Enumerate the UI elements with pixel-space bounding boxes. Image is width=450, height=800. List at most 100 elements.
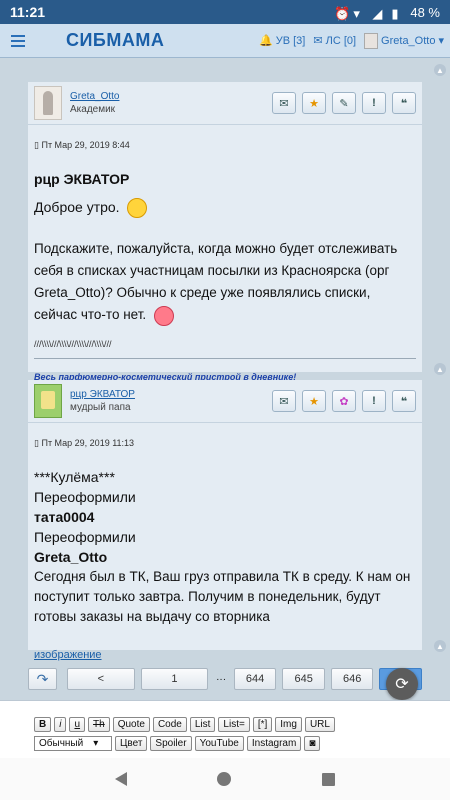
avatar[interactable]: [34, 384, 62, 418]
image-link[interactable]: изображение: [34, 645, 416, 665]
avatar: [364, 32, 379, 49]
post-date: ▯ Пт Мар 29, 2019 11:13: [34, 433, 416, 453]
underline-button[interactable]: u: [69, 717, 86, 732]
system-nav-bar: [0, 758, 450, 800]
back-to-top-icon[interactable]: ▲: [434, 640, 446, 652]
bold-button[interactable]: B: [34, 717, 52, 732]
notifications-label: УВ [3]: [275, 34, 306, 47]
signal-icon: ◢: [372, 6, 383, 21]
post: рцр ЭКВАТОР мудрый папа ✉ ★ ✿ ! ❝ ▯ Пт М…: [28, 380, 422, 661]
camera-icon: ◙: [309, 738, 316, 749]
pencil-icon: ✎: [339, 97, 349, 110]
reply-button[interactable]: ↷: [28, 668, 58, 690]
back-icon[interactable]: [115, 772, 128, 786]
battery-icon: ▮: [391, 6, 399, 21]
page-644[interactable]: 644: [233, 668, 277, 690]
thank-button[interactable]: ★: [302, 390, 326, 412]
pm-label: ЛС [0]: [325, 34, 357, 47]
topic-content[interactable]: ▲ Greta_Otto Академик ✉ ★ ✎ ! ❝ ▯ Пт Мар…: [0, 58, 450, 758]
site-header: СИБМАМА 🔔 УВ [3] ✉ ЛС [0] Greta_Otto ▾: [0, 24, 450, 58]
menu-icon[interactable]: [0, 24, 36, 58]
quote-button[interactable]: ❝: [392, 390, 416, 412]
exclamation-icon: !: [372, 395, 376, 407]
post-line-4: Greta_Otto: [34, 549, 108, 565]
site-logo[interactable]: СИБМАМА: [66, 30, 164, 51]
font-style-select[interactable]: Обычный ▾: [34, 736, 112, 751]
battery-level: 48 %: [410, 4, 440, 20]
font-style-value: Обычный: [39, 738, 84, 749]
wifi-icon: ▾: [353, 6, 360, 21]
instagram-button[interactable]: Instagram: [246, 736, 302, 751]
post-header: Greta_Otto Академик ✉ ★ ✎ ! ❝: [28, 82, 422, 125]
camera-button[interactable]: ◙: [304, 736, 321, 751]
list-button[interactable]: List: [189, 717, 216, 732]
reply-editor-toolbar: B i u Th Quote Code List List= [*] Img U…: [0, 700, 450, 758]
smiley-icon: [153, 305, 174, 326]
bell-icon: 🔔: [259, 35, 273, 47]
report-button[interactable]: !: [362, 92, 386, 114]
clock: 11:21: [10, 4, 46, 20]
post-line-1: Переоформили: [34, 489, 136, 505]
post-line-3: Переоформили: [34, 529, 136, 545]
post-question: Подскажите, пожалуйста, когда можно буде…: [34, 241, 398, 301]
edit-button[interactable]: ✎: [332, 92, 356, 114]
recent-apps-icon[interactable]: [321, 772, 335, 786]
post-date-text: Пт Мар 29, 2019 8:44: [41, 140, 130, 150]
envelope-icon: ✉: [279, 395, 289, 408]
spoiler-button[interactable]: Spoiler: [150, 736, 192, 751]
pm-button[interactable]: ✉: [272, 390, 296, 412]
flower-button[interactable]: ✿: [332, 390, 356, 412]
back-to-top-icon[interactable]: ▲: [434, 363, 446, 375]
italic-button[interactable]: i: [54, 717, 67, 732]
page-first[interactable]: 1: [140, 668, 209, 690]
status-bar: 11:21 ⏰ ▾ ◢ ▮ 48 %: [0, 0, 450, 24]
post-addressee: рцр ЭКВАТОР: [34, 171, 130, 187]
format-row: B i u Th Quote Code List List= [*] Img U…: [34, 717, 420, 732]
page-646[interactable]: 646: [330, 668, 374, 690]
user-menu[interactable]: Greta_Otto ▾: [364, 32, 444, 49]
youtube-button[interactable]: YouTube: [194, 736, 244, 751]
post-icon: ▯: [34, 438, 39, 448]
post-text: Подскажите, пожалуйста, когда можно буде…: [34, 238, 416, 326]
list-item-button[interactable]: [*]: [252, 717, 273, 732]
alarm-icon: ⏰: [334, 6, 351, 21]
code-button[interactable]: Code: [152, 717, 187, 732]
author-rank: Академик: [70, 104, 116, 115]
refresh-fab[interactable]: ⟳: [386, 668, 418, 700]
quote-tag-button[interactable]: Quote: [112, 717, 150, 732]
post-greeting: Доброе утро.: [34, 199, 120, 215]
author-name[interactable]: рцр ЭКВАТОР: [70, 389, 135, 400]
avatar[interactable]: [34, 86, 62, 120]
post-date: ▯ Пт Мар 29, 2019 8:44: [34, 135, 416, 155]
post-line-2: тата0004: [34, 509, 95, 525]
back-to-top-icon[interactable]: ▲: [434, 64, 446, 76]
user-name: Greta_Otto: [381, 34, 436, 47]
post-date-text: Пт Мар 29, 2019 11:13: [41, 438, 135, 448]
post-header: рцр ЭКВАТОР мудрый папа ✉ ★ ✿ ! ❝: [28, 380, 422, 423]
home-icon[interactable]: [217, 772, 232, 786]
post-message: Сегодня был в ТК, Ваш груз отправила ТК …: [34, 569, 411, 624]
format-row-2: Обычный ▾ Цвет Spoiler YouTube Instagram…: [34, 736, 420, 751]
strike-button[interactable]: Th: [88, 717, 110, 732]
ordered-list-button[interactable]: List=: [218, 717, 250, 732]
author-name[interactable]: Greta_Otto: [70, 91, 119, 102]
report-button[interactable]: !: [362, 390, 386, 412]
color-button[interactable]: Цвет: [115, 736, 148, 751]
notifications-link[interactable]: 🔔 УВ [3]: [259, 34, 306, 48]
private-messages-link[interactable]: ✉ ЛС [0]: [313, 34, 357, 48]
exclamation-icon: !: [372, 97, 376, 109]
url-button[interactable]: URL: [304, 717, 335, 732]
pager-ellipsis: ···: [216, 673, 227, 685]
author-rank: мудрый папа: [70, 402, 131, 413]
pm-button[interactable]: ✉: [272, 92, 296, 114]
chevron-down-icon: ▾: [93, 738, 99, 749]
post-question-end: сейчас что-то нет.: [34, 307, 147, 323]
page-645[interactable]: 645: [282, 668, 325, 690]
thank-button[interactable]: ★: [302, 92, 326, 114]
prev-page-button[interactable]: <: [67, 668, 135, 690]
star-icon: ★: [309, 395, 319, 408]
quote-button[interactable]: ❝: [392, 92, 416, 114]
image-button[interactable]: Img: [275, 717, 302, 732]
envelope-icon: ✉: [279, 97, 289, 110]
refresh-icon: ⟳: [395, 676, 409, 693]
